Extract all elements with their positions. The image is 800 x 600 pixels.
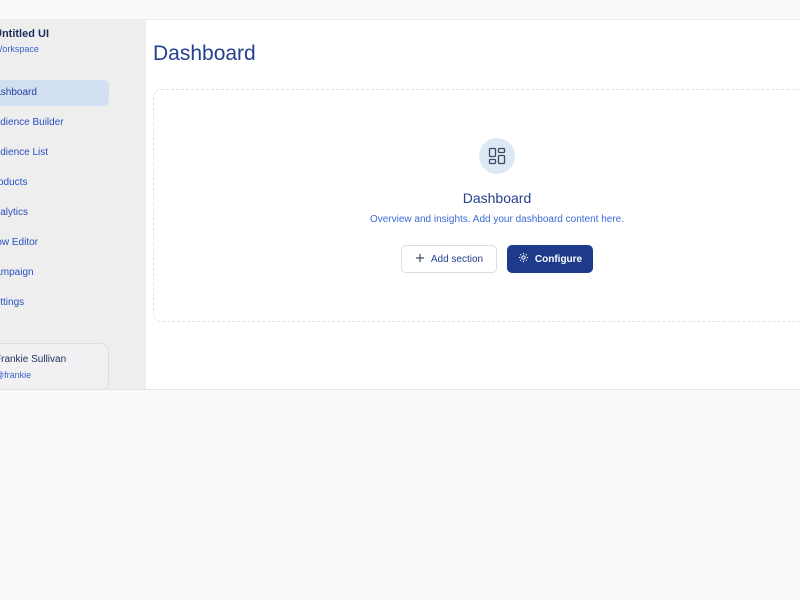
main-content: Dashboard Dashboard Overview and insight… <box>146 20 800 389</box>
sidebar-item-label: Audience Builder <box>0 117 64 128</box>
empty-state-subtitle: Overview and insights. Add your dashboar… <box>369 214 625 225</box>
user-name: Frankie Sullivan <box>0 354 67 365</box>
top-bar <box>0 0 800 20</box>
user-handle: @frankie <box>0 370 32 380</box>
plus-icon <box>415 253 425 266</box>
sidebar-item-label: Audience List <box>0 147 49 158</box>
gear-icon <box>518 252 529 266</box>
sidebar-item-dashboard[interactable]: Dashboard <box>0 80 109 106</box>
sidebar-item-label: Settings <box>0 297 25 308</box>
sidebar-item-label: Analytics <box>0 207 29 218</box>
sidebar-item-label: Products <box>0 177 28 188</box>
empty-state-title: Dashboard <box>462 190 532 206</box>
add-section-button[interactable]: Add section <box>401 245 497 273</box>
sidebar-item-campaign[interactable]: Campaign <box>0 260 109 286</box>
empty-state-card: Dashboard Overview and insights. Add you… <box>153 89 800 322</box>
sidebar-item-label: Dashboard <box>0 87 37 98</box>
page-title: Dashboard <box>153 42 256 65</box>
configure-label: Configure <box>534 253 583 265</box>
configure-button[interactable]: Configure <box>507 245 593 273</box>
sidebar-item-audience-list[interactable]: Audience List <box>0 140 109 166</box>
sidebar-item-products[interactable]: Products <box>0 170 109 196</box>
add-section-label: Add section <box>430 253 484 265</box>
sidebar-item-analytics[interactable]: Analytics <box>0 200 109 226</box>
dashboard-icon <box>479 138 515 174</box>
sidebar-item-label: Campaign <box>0 267 34 278</box>
user-card[interactable]: Frankie Sullivan @frankie <box>0 343 109 389</box>
sidebar-item-audience-builder[interactable]: Audience Builder <box>0 110 109 136</box>
sidebar-item-settings[interactable]: Settings <box>0 290 109 316</box>
app-window: Untitled UI Workspace Dashboard Audience… <box>0 20 800 390</box>
workspace-title: Untitled UI <box>0 28 49 40</box>
workspace-subtitle: Workspace <box>0 44 39 54</box>
sidebar: Untitled UI Workspace Dashboard Audience… <box>0 20 146 389</box>
sidebar-item-flow-editor[interactable]: Flow Editor <box>0 230 109 256</box>
sidebar-item-label: Flow Editor <box>0 237 39 248</box>
